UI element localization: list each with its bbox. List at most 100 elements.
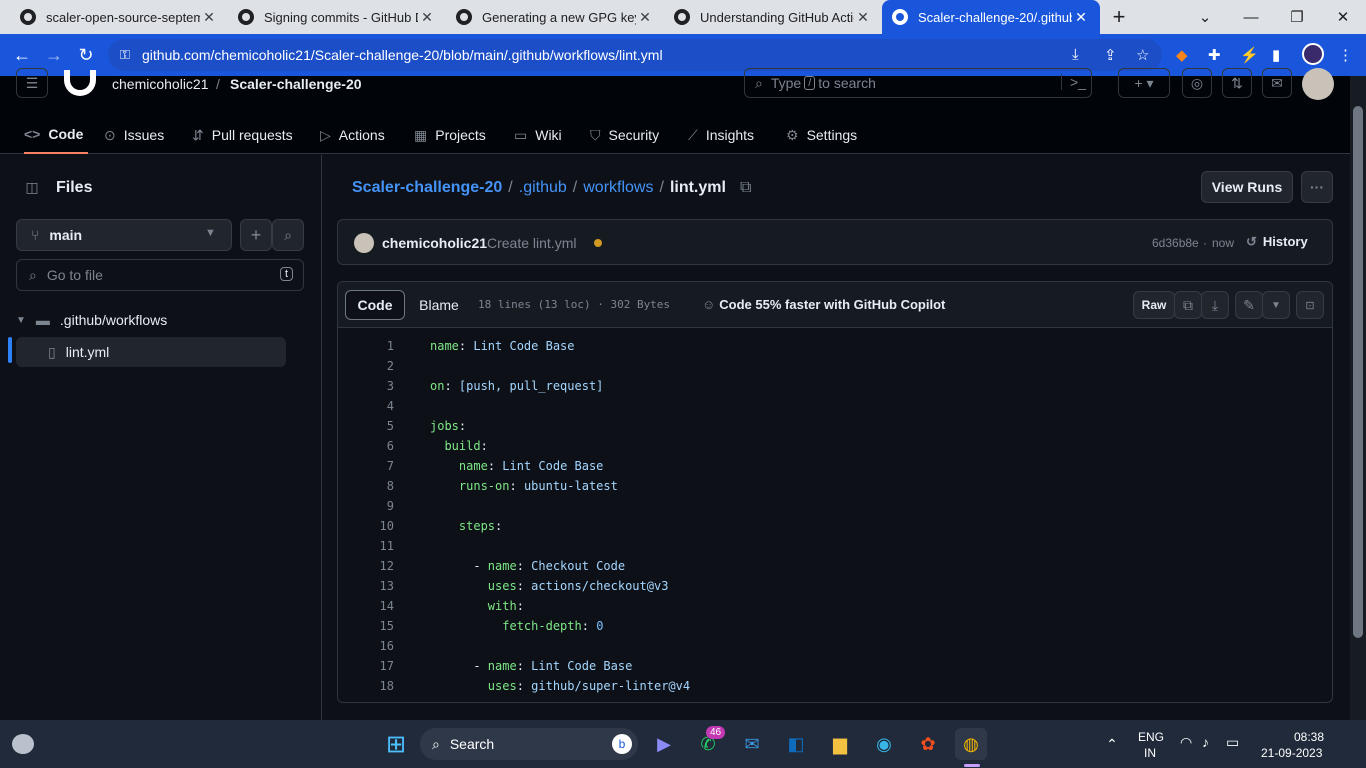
share-icon[interactable]: ⇪ (1104, 46, 1117, 64)
line-number[interactable]: 12 (338, 556, 394, 576)
user-avatar[interactable] (1302, 68, 1334, 100)
tab-security[interactable]: ⛉ Security (590, 116, 659, 154)
branch-selector[interactable]: ⑂ main ▼ (16, 219, 232, 251)
show-hidden-icons[interactable]: ⌃ (1096, 728, 1128, 760)
line-number[interactable]: 13 (338, 576, 394, 596)
tab-code-view[interactable]: Code (345, 290, 405, 320)
inbox-icon[interactable]: ✉ (1262, 68, 1292, 98)
line-number[interactable]: 1 (338, 336, 394, 356)
tab-pull-requests[interactable]: ⇵ Pull requests (192, 116, 293, 154)
line-number[interactable]: 10 (338, 516, 394, 536)
close-tab-icon[interactable]: ✕ (200, 9, 218, 26)
close-tab-icon[interactable]: ✕ (1072, 9, 1090, 26)
wifi-icon[interactable]: ◠ (1180, 734, 1192, 751)
tree-folder-item[interactable]: ▼ ▬ .github/workflows (16, 307, 167, 333)
edit-dropdown-icon[interactable]: ▼ (1262, 291, 1290, 319)
issues-icon[interactable]: ◎ (1182, 68, 1212, 98)
tab-projects[interactable]: ▦ Projects (414, 116, 486, 154)
github-logo-icon[interactable] (64, 70, 96, 96)
browser-tab[interactable]: Understanding GitHub Action ✕ (664, 0, 882, 34)
line-number[interactable]: 17 (338, 656, 394, 676)
tree-file-item[interactable]: ▯ lint.yml (16, 337, 286, 367)
search-files-button[interactable]: ⌕ (272, 219, 304, 251)
sidepanel-icon[interactable]: ▮ (1272, 46, 1280, 64)
tab-wiki[interactable]: ▭ Wiki (514, 116, 562, 154)
history-button[interactable]: ↺ History (1246, 234, 1308, 250)
tab-issues[interactable]: ⊙ Issues (104, 116, 164, 154)
copy-path-icon[interactable]: ⧉ (740, 179, 751, 197)
commit-author-link[interactable]: chemicoholic21 (382, 235, 487, 251)
scrollbar-thumb[interactable] (1353, 106, 1363, 638)
meet-icon[interactable]: ▶ (648, 728, 680, 760)
breadcrumb-github-link[interactable]: .github (519, 179, 567, 197)
line-number[interactable]: 8 (338, 476, 394, 496)
browser-tab[interactable]: Generating a new GPG key - G ✕ (446, 0, 664, 34)
clock-time[interactable]: 08:38 (1294, 730, 1324, 744)
bookmark-star-icon[interactable]: ☆ (1136, 46, 1149, 64)
battery-icon[interactable]: ▭ (1226, 734, 1239, 751)
close-tab-icon[interactable]: ✕ (636, 9, 654, 26)
taskbar-search[interactable]: ⌕ Search b (420, 728, 638, 760)
symbols-panel-icon[interactable]: ⊡ (1296, 291, 1324, 319)
line-number[interactable]: 9 (338, 496, 394, 516)
chrome-icon[interactable]: ◍ (955, 728, 987, 760)
line-number[interactable]: 15 (338, 616, 394, 636)
download-icon[interactable]: ⤓ (1201, 291, 1229, 319)
back-icon[interactable]: ← (8, 42, 36, 68)
edit-pencil-icon[interactable]: ✎ (1235, 291, 1263, 319)
search-input[interactable]: ⌕ Type / to search >_ (744, 68, 1092, 98)
commit-hash-link[interactable]: 6d36b8e (1152, 236, 1199, 250)
outlook-icon[interactable]: ◧ (780, 728, 812, 760)
file-explorer-icon[interactable]: ▆ (824, 728, 856, 760)
line-number[interactable]: 11 (338, 536, 394, 556)
breadcrumb-repo-link[interactable]: Scaler-challenge-20 (352, 179, 502, 197)
collapse-sidebar-icon[interactable]: ◫ (16, 171, 48, 203)
close-tab-icon[interactable]: ✕ (418, 9, 436, 26)
minimize-icon[interactable]: — (1228, 0, 1274, 34)
edge-icon[interactable]: ◉ (868, 728, 900, 760)
close-tab-icon[interactable]: ✕ (854, 9, 872, 26)
pull-requests-icon[interactable]: ⇅ (1222, 68, 1252, 98)
browser-tab[interactable]: scaler-open-source-septemb ✕ (10, 0, 228, 34)
tab-actions[interactable]: ▷ Actions (320, 116, 385, 154)
line-number[interactable]: 2 (338, 356, 394, 376)
copilot-promo-link[interactable]: ☺ Code 55% faster with GitHub Copilot (702, 297, 945, 312)
breadcrumb-workflows-link[interactable]: workflows (583, 179, 653, 197)
add-file-button[interactable]: + (240, 219, 272, 251)
raw-button[interactable]: Raw (1133, 291, 1175, 319)
go-to-file-input[interactable]: ⌕ Go to file t (16, 259, 304, 291)
new-tab-button[interactable]: + (1096, 0, 1142, 34)
hamburger-menu-icon[interactable]: ☰ (16, 68, 48, 98)
install-icon[interactable]: ⤓ (1072, 46, 1079, 63)
volume-icon[interactable]: ♪ (1202, 734, 1209, 750)
line-number[interactable]: 6 (338, 436, 394, 456)
line-number[interactable]: 3 (338, 376, 394, 396)
line-number[interactable]: 16 (338, 636, 394, 656)
browser-tab-active[interactable]: Scaler-challenge-20/.github/w ✕ (882, 0, 1100, 34)
tab-search-icon[interactable]: ⌄ (1182, 0, 1228, 34)
more-options-icon[interactable]: ··· (1301, 171, 1333, 203)
lock-icon[interactable]: ⚿ (120, 47, 130, 63)
clock-date[interactable]: 21-09-2023 (1261, 746, 1322, 760)
metamask-icon[interactable]: ◆ (1176, 46, 1188, 64)
create-new-button[interactable]: + ▾ (1118, 68, 1170, 98)
extensions-puzzle-icon[interactable]: ✚ (1208, 46, 1221, 64)
line-number[interactable]: 5 (338, 416, 394, 436)
start-windows-icon[interactable]: ⊞ (380, 728, 412, 760)
tab-code[interactable]: <> Code (24, 116, 88, 154)
url-bar[interactable]: ⚿ github.com/chemicoholic21/Scaler-chall… (108, 39, 1162, 71)
view-runs-button[interactable]: View Runs (1201, 171, 1293, 203)
commit-message-link[interactable]: Create lint.yml (487, 235, 576, 251)
forward-icon[interactable]: → (40, 42, 68, 68)
close-window-icon[interactable]: ✕ (1320, 0, 1366, 34)
command-palette-icon[interactable]: >_ (1061, 74, 1086, 90)
reload-icon[interactable]: ↻ (72, 42, 100, 68)
browser-tab[interactable]: Signing commits - GitHub Do ✕ (228, 0, 446, 34)
page-scrollbar[interactable] (1350, 76, 1366, 720)
repo-name-link[interactable]: Scaler-challenge-20 (230, 76, 362, 92)
language-indicator[interactable]: ENG (1138, 730, 1164, 744)
extension-icon[interactable]: ⚡ (1240, 46, 1259, 64)
line-number[interactable]: 18 (338, 676, 394, 696)
figma-icon[interactable]: ✿ (912, 728, 944, 760)
browser-menu-icon[interactable]: ⋮ (1338, 46, 1353, 64)
